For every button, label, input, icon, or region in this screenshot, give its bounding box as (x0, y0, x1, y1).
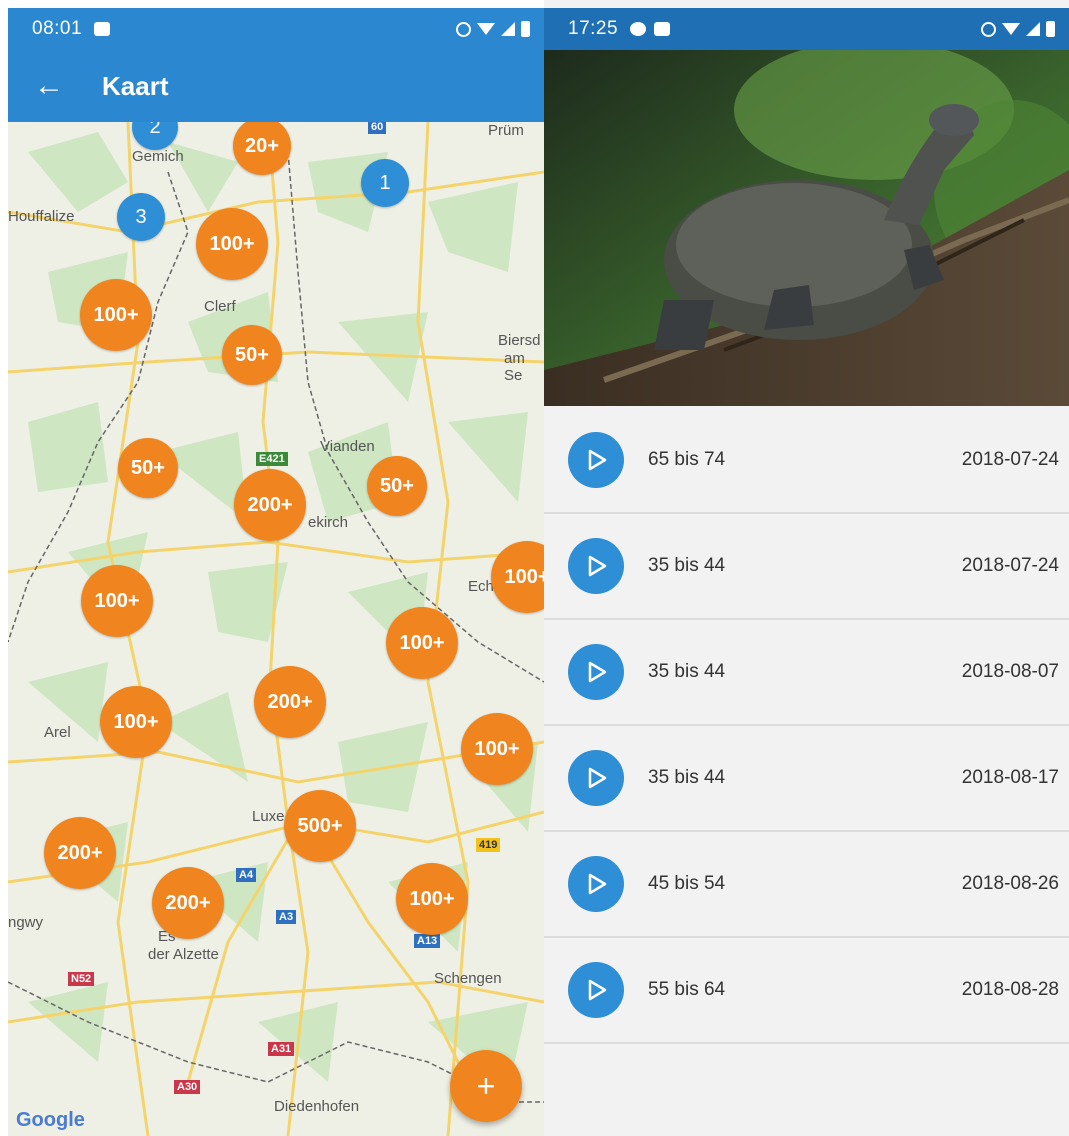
age-range: 65 bis 74 (648, 449, 726, 470)
play-button[interactable] (568, 962, 624, 1018)
play-button[interactable] (568, 432, 624, 488)
wifi-icon (1002, 23, 1020, 35)
image-icon (654, 22, 671, 36)
age-range: 35 bis 44 (648, 661, 726, 682)
map-cluster-marker[interactable]: 200+ (152, 867, 224, 939)
list-item[interactable]: 55 bis 64 2018-08-28 (544, 938, 1069, 1044)
list-item[interactable]: 45 bis 54 2018-08-26 (544, 832, 1069, 938)
map-cluster-marker[interactable]: 50+ (118, 438, 178, 498)
map-view[interactable]: Gemich Prüm Houffalize Clerf Biersd am S… (8, 122, 544, 1136)
place-label: Luxe (252, 808, 285, 825)
place-label: ekirch (308, 514, 349, 531)
status-time: 17:25 (568, 18, 619, 39)
road-shield: A13 (414, 934, 441, 948)
map-cluster-marker[interactable]: 50+ (367, 456, 427, 516)
map-cluster-marker[interactable]: 50+ (222, 325, 282, 385)
place-label: Arel (44, 724, 71, 741)
recordings-list: 65 bis 74 2018-07-24 35 bis 44 2018-07-2… (544, 408, 1069, 1044)
car-icon (94, 22, 111, 36)
play-button[interactable] (568, 644, 624, 700)
place-label: Vianden (320, 438, 375, 455)
google-logo: Google (16, 1109, 85, 1131)
place-label: der Alzette (148, 946, 219, 963)
map-cluster-marker[interactable]: 1 (361, 159, 409, 207)
play-icon (588, 767, 607, 789)
battery-icon (1046, 21, 1055, 37)
play-icon (588, 449, 607, 471)
list-item[interactable]: 35 bis 44 2018-08-07 (544, 620, 1069, 726)
road-shield: N52 (68, 972, 95, 986)
recording-date: 2018-07-24 (961, 449, 1059, 470)
map-cluster-marker[interactable]: 100+ (386, 607, 458, 679)
arrow-left-icon[interactable]: ← (34, 69, 74, 103)
place-label: Schengen (434, 970, 502, 987)
signal-icon (501, 22, 515, 36)
place-label: ngwy (8, 914, 44, 931)
add-button[interactable]: + (450, 1050, 522, 1122)
wifi-icon (477, 23, 495, 35)
recording-date: 2018-08-17 (961, 767, 1059, 788)
map-cluster-marker[interactable]: 100+ (81, 565, 153, 637)
status-bar: 08:01 (8, 8, 544, 50)
age-range: 35 bis 44 (648, 555, 726, 576)
list-item[interactable]: 35 bis 44 2018-08-17 (544, 726, 1069, 832)
map-cluster-marker[interactable]: 200+ (254, 666, 326, 738)
play-icon (588, 873, 607, 895)
recording-date: 2018-08-28 (961, 979, 1059, 1000)
recording-date: 2018-08-26 (961, 873, 1059, 894)
place-label: Biersd (498, 332, 541, 349)
map-cluster-marker[interactable]: 100+ (100, 686, 172, 758)
play-icon (588, 555, 607, 577)
play-button[interactable] (568, 856, 624, 912)
road-shield: E421 (256, 452, 288, 466)
map-screen: 08:01 ← Kaart Gemich Prüm Houffalize Cle… (8, 0, 544, 1136)
road-shield: 419 (476, 838, 501, 852)
place-label: Ech (468, 578, 494, 595)
sync-icon (981, 21, 996, 37)
place-label: Gemich (132, 148, 184, 165)
sync-icon (456, 21, 471, 37)
age-range: 55 bis 64 (648, 979, 726, 1000)
recording-date: 2018-07-24 (961, 555, 1059, 576)
play-icon (588, 661, 607, 683)
map-cluster-marker[interactable]: 100+ (196, 208, 268, 280)
map-cluster-marker[interactable]: 3 (117, 193, 165, 241)
notification-icon (630, 22, 647, 36)
play-icon (588, 979, 607, 1001)
turtle-image (544, 50, 1069, 406)
road-shield: A31 (268, 1042, 295, 1056)
status-time: 08:01 (32, 18, 83, 39)
age-range: 35 bis 44 (648, 767, 726, 788)
map-cluster-marker[interactable]: 500+ (284, 790, 356, 862)
map-cluster-marker[interactable]: 100+ (396, 863, 468, 935)
road-shield: A4 (236, 868, 257, 882)
place-label: Houffalize (8, 208, 75, 225)
place-label: Clerf (204, 298, 236, 315)
road-shield: A30 (174, 1080, 201, 1094)
play-button[interactable] (568, 538, 624, 594)
road-shield: 60 (368, 122, 387, 134)
status-bar: 17:25 (544, 8, 1069, 50)
map-cluster-marker[interactable]: 100+ (80, 279, 152, 351)
place-label: am Se (504, 350, 525, 384)
recordings-screen: 17:25 65 bis 74 2018-07-24 35 bis 44 201… (544, 0, 1069, 1136)
map-cluster-marker[interactable]: 100+ (461, 713, 533, 785)
recording-date: 2018-08-07 (961, 661, 1059, 682)
age-range: 45 bis 54 (648, 873, 726, 894)
turtle-photo (544, 50, 1069, 406)
map-cluster-marker[interactable]: 200+ (44, 817, 116, 889)
map-cluster-marker[interactable]: 200+ (234, 469, 306, 541)
place-label: Diedenhofen (274, 1098, 360, 1115)
signal-icon (1026, 22, 1040, 36)
app-bar: ← Kaart (8, 50, 544, 122)
battery-icon (521, 21, 530, 37)
list-item[interactable]: 65 bis 74 2018-07-24 (544, 408, 1069, 514)
play-button[interactable] (568, 750, 624, 806)
page-title: Kaart (102, 70, 169, 101)
road-shield: A3 (276, 910, 297, 924)
place-label: Prüm (488, 122, 524, 139)
list-item[interactable]: 35 bis 44 2018-07-24 (544, 514, 1069, 620)
